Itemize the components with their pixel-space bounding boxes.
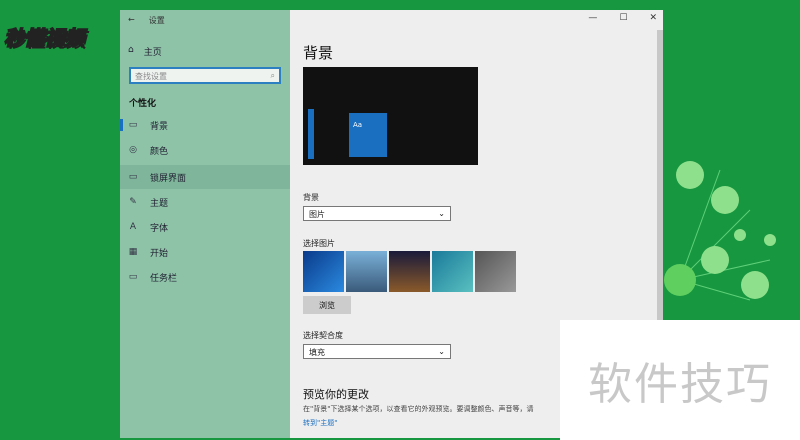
watermark: 软件技巧 [560,320,800,440]
desktop-preview: Aa [303,67,478,165]
item-label: 主题 [150,198,169,209]
sidebar-item-taskbar[interactable]: ▭ 任务栏 [120,265,290,289]
preview-tile: Aa [349,113,387,157]
item-label: 字体 [150,223,169,234]
chevron-down-icon: ⌄ [438,347,445,356]
browse-button[interactable]: 浏览 [303,296,351,314]
fit-dropdown[interactable]: 填充 ⌄ [303,344,451,359]
picture-thumbnail[interactable] [346,251,387,292]
font-icon: A [129,222,137,232]
picture-thumbnail[interactable] [389,251,430,292]
item-label: 开始 [150,248,169,259]
picture-thumbnail[interactable] [432,251,473,292]
chevron-down-icon: ⌄ [438,209,445,218]
choose-picture-label: 选择图片 [303,239,335,248]
minimize-button[interactable]: — [588,13,597,23]
home-label: 主页 [143,48,162,58]
background-label: 背景 [303,193,319,202]
go-to-themes-link[interactable]: 转到"主题" [303,418,337,428]
background-dropdown[interactable]: 图片 ⌄ [303,206,451,221]
sidebar-item-colors[interactable]: ◎ 颜色 [120,138,290,162]
preview-heading: 预览你的更改 [303,388,369,401]
home-link[interactable]: ⌂ 主页 [128,45,162,58]
item-label: 任务栏 [150,273,178,284]
decorative-graphic [664,161,776,301]
item-label: 颜色 [150,146,169,157]
item-label: 锁屏界面 [150,173,187,184]
close-button[interactable]: ✕ [649,13,657,23]
sidebar-item-lock-screen[interactable]: ▭ 锁屏界面 [120,165,290,189]
window-title: 设置 [148,16,165,25]
home-icon: ⌂ [128,45,134,55]
maximize-button[interactable]: ☐ [619,13,627,23]
sidebar-item-start[interactable]: ▦ 开始 [120,240,290,264]
sidebar-item-fonts[interactable]: A 字体 [120,215,290,239]
item-label: 背景 [150,121,169,132]
sidebar-item-themes[interactable]: ✎ 主题 [120,190,290,214]
picture-thumbnail[interactable] [475,251,516,292]
taskbar-icon: ▭ [128,272,138,282]
start-icon: ▦ [128,247,138,257]
theme-icon: ✎ [129,197,137,207]
search-placeholder: 查找设置 [135,72,167,81]
back-button[interactable]: ← [128,15,135,26]
search-input[interactable]: 查找设置 ⌕ [129,67,281,84]
page-title: 背景 [303,44,334,62]
palette-icon: ◎ [129,145,137,155]
dropdown-value: 填充 [309,348,325,357]
section-heading: 个性化 [129,99,157,109]
dropdown-value: 图片 [309,210,325,219]
sidebar: ← 设置 ⌂ 主页 查找设置 ⌕ 个性化 ▭ 背景 ◎ 颜色 ▭ 锁屏界面 ✎ 主题 A 字体 … [120,10,290,438]
fit-label: 选择契合度 [303,331,343,340]
search-icon: ⌕ [270,71,275,80]
lock-screen-icon: ▭ [128,172,138,182]
scrollbar[interactable] [657,30,663,320]
video-logo: 秒懂视频 [3,25,85,51]
picture-icon: ▭ [128,120,138,130]
sidebar-item-background[interactable]: ▭ 背景 [120,113,290,137]
picture-thumbnail[interactable] [303,251,344,292]
preview-description: 在"背景"下选择某个选项，以查看它的外观预览。要调整颜色、声音等，请 [303,405,534,413]
